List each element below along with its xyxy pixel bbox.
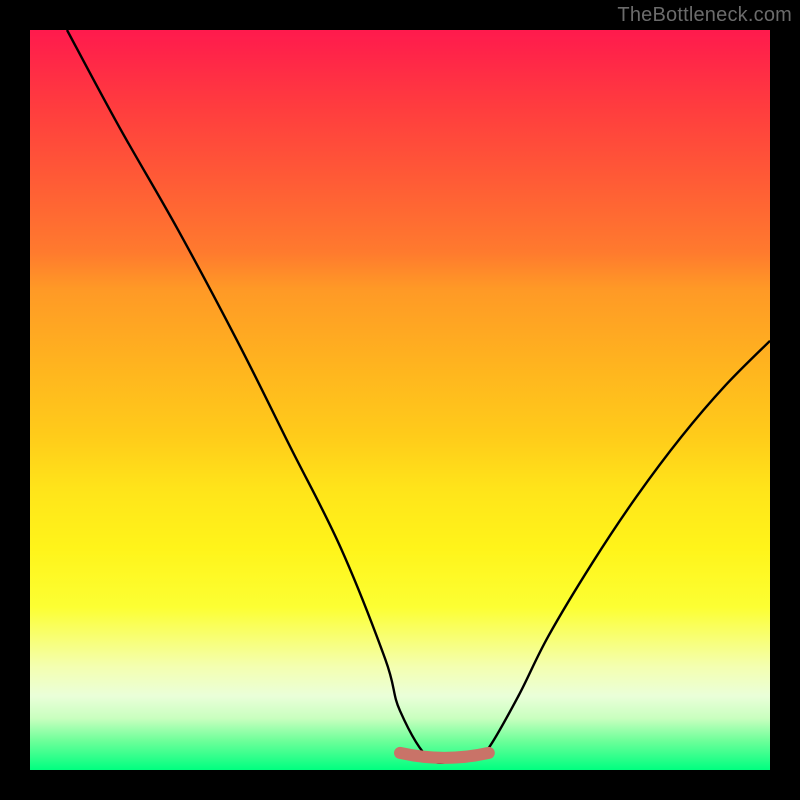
bottleneck-curve — [67, 30, 770, 763]
watermark-text: TheBottleneck.com — [617, 4, 792, 27]
trough-highlight — [400, 753, 489, 758]
chart-frame: TheBottleneck.com — [0, 0, 800, 800]
plot-area — [30, 30, 770, 770]
curve-layer — [30, 30, 770, 770]
